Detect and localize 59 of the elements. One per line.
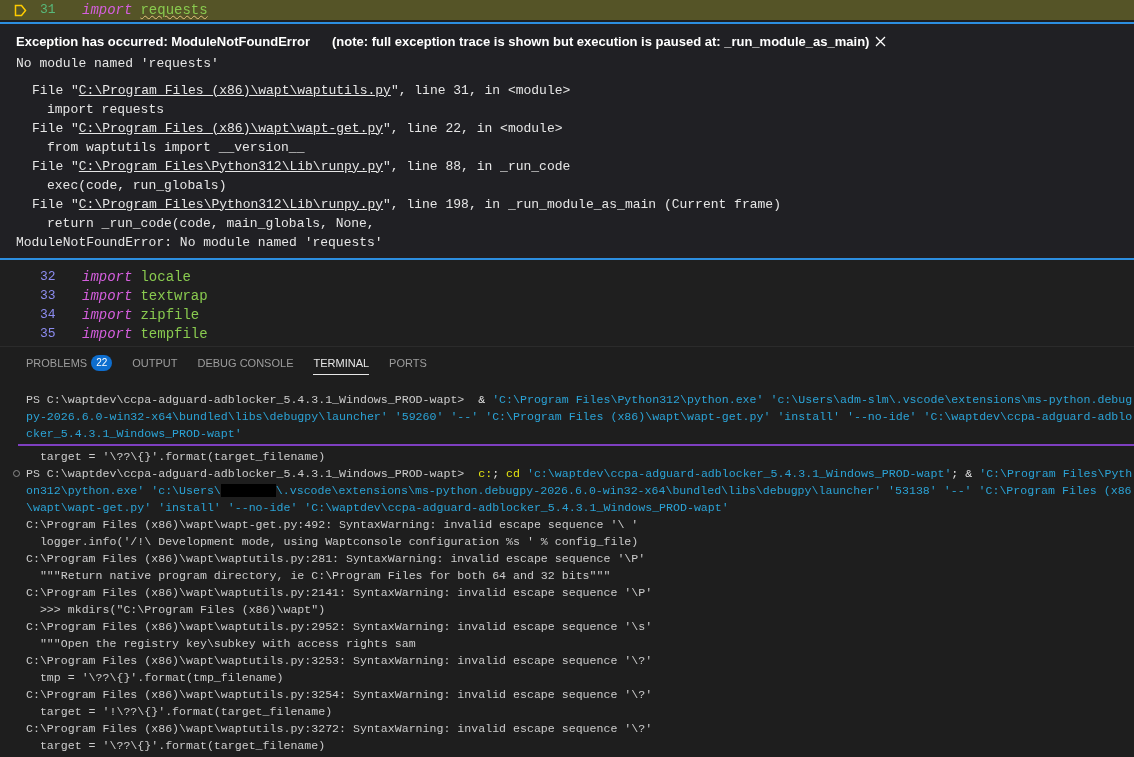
code-token: locale [140, 267, 191, 287]
code-token: import [82, 267, 133, 287]
file-link[interactable]: C:\Program Files\Python312\Lib\runpy.py [78, 158, 384, 174]
terminal-line: PS C:\waptdev\ccpa-adguard-adblocker_5.4.3.1_Windows_PROD-wapt> c:; cd 'c:\waptdev\ccpa-adguard-adblocker_5.4.3.1_Windows_PROD-wapt'; & 'C:\Program Files\Pyth [26, 465, 1133, 482]
terminal-line: PS C:\waptdev\ccpa-adguard-adblocker_5.4.3.1_Windows_PROD-wapt> & 'C:\Program Files\Python312\python.exe' 'c:\Users\adm-slm\.vscode\extensions\ms-python.debug [26, 391, 1133, 408]
line-number: 32 [40, 268, 57, 287]
terminal-line: target = '\??\{}'.format(target_filename) [38, 737, 326, 754]
line-number: 33 [40, 287, 57, 306]
code-token: tempfile [140, 324, 208, 344]
code-token: import [82, 0, 133, 20]
code-token: import [82, 305, 133, 325]
trace-line: File "C:\Program Files\Python312\Lib\runpy.py", line 198, in _run_module_as_main (Current frame) [31, 195, 782, 214]
trace-code: exec(code, run_globals) [46, 176, 228, 195]
terminal-line: cker_5.4.3.1_Windows_PROD-wapt' [26, 425, 242, 442]
trace-code: return _run_code(code, main_globals, None, [46, 214, 376, 233]
terminal-line: \wapt\wapt-get.py' 'install' '--no-ide' 'C:\waptdev\ccpa-adguard-adblocker_5.4.3.1_Windows_PROD-wapt' [26, 499, 729, 516]
exception-note: (note: full exception trace is shown but execution is paused at: _run_module_as_main) [331, 33, 870, 51]
trace-code: import requests [46, 100, 166, 119]
close-button[interactable] [875, 36, 887, 48]
terminal-line: """Open the registry key\subkey with access rights sam [38, 635, 416, 652]
terminal-line: C:\Program Files (x86)\wapt\waptutils.py:2141: SyntaxWarning: invalid escape sequence '\P' [26, 584, 653, 601]
trace-line: File "C:\Program Files (x86)\wapt\waptutils.py", line 31, in <module> [31, 81, 572, 100]
code-token: zipfile [140, 305, 200, 325]
terminal-line: C:\Program Files (x86)\wapt\waptutils.py:281: SyntaxWarning: invalid escape sequence '\P' [26, 550, 646, 567]
code-token: import [82, 324, 133, 344]
exception-title: Exception has occurred: ModuleNotFoundError [16, 33, 310, 51]
trace-line: File "C:\Program Files\Python312\Lib\runpy.py", line 88, in _run_code [31, 157, 572, 176]
panel-tab[interactable]: OUTPUT [132, 352, 178, 375]
panel-tab[interactable]: PROBLEMS 22 [26, 352, 113, 375]
terminal-line: C:\Program Files (x86)\wapt\waptutils.py:2952: SyntaxWarning: invalid escape sequence '\s' [26, 618, 653, 635]
exception-message: No module named 'requests' [16, 54, 220, 73]
panel-tab[interactable]: PORTS [389, 352, 427, 375]
terminal-line: >>> mkdirs("C:\Program Files (x86)\wapt") [38, 601, 326, 618]
terminal-line: target = '!\??\{}'.format(target_filename) [38, 703, 333, 720]
file-link[interactable]: C:\Program Files\Python312\Lib\runpy.py [78, 196, 384, 212]
line-number: 35 [40, 325, 57, 344]
code-token: textwrap [140, 286, 208, 306]
file-link[interactable]: C:\Program Files (x86)\wapt\wapt-get.py [78, 120, 384, 136]
terminal-line: C:\Program Files (x86)\wapt\waptutils.py:3253: SyntaxWarning: invalid escape sequence '\?' [26, 652, 653, 669]
line-number: 34 [40, 306, 57, 325]
terminal-line: py-2026.6.0-win32-x64\bundled\libs\debugpy\launcher' '59260' '--' 'C:\Program Files (x86)\wapt\wapt-get.py' 'install' '--no-ide' 'C:\waptdev\ccpa-adguard-adblo [26, 408, 1133, 425]
trace-line: File "C:\Program Files (x86)\wapt\wapt-get.py", line 22, in <module> [31, 119, 564, 138]
trace-code: from waptutils import __version__ [46, 138, 306, 157]
file-link[interactable]: C:\Program Files (x86)\wapt\waptutils.py [78, 82, 391, 98]
terminal-line: tmp = '\??\{}'.format(tmp_filename) [38, 669, 284, 686]
terminal-line: target = '\??\{}'.format(target_filename) [38, 448, 326, 465]
panel-tab[interactable]: DEBUG CONSOLE [197, 352, 294, 375]
exception-final: ModuleNotFoundError: No module named 'requests' [16, 233, 384, 252]
line-number: 31 [40, 1, 57, 20]
code-token: import [82, 286, 133, 306]
count-badge: 22 [91, 355, 113, 371]
code-token: requests [140, 0, 208, 20]
terminal-line: """Return native program directory, ie C:\Program Files for both 64 and 32 bits""" [38, 567, 611, 584]
panel-tab[interactable]: TERMINAL [313, 352, 370, 375]
terminal-line: logger.info('/!\ Development mode, using Waptconsole configuration %s ' % config_file) [38, 533, 639, 550]
terminal-line: C:\Program Files (x86)\wapt\waptutils.py:3254: SyntaxWarning: invalid escape sequence '\?' [26, 686, 653, 703]
terminal-line: C:\Program Files (x86)\wapt\waptutils.py:3272: SyntaxWarning: invalid escape sequence '\?' [26, 720, 653, 737]
terminal-line: C:\Program Files (x86)\wapt\wapt-get.py:492: SyntaxWarning: invalid escape sequence '\ ' [26, 516, 639, 533]
terminal-line: on312\python.exe' 'c:\Users\ \.vscode\extensions\ms-python.debugpy-2026.6.0-win32-x64\bundled\libs\debugpy\launcher' '53138' '--' 'C:\Program Files (x86 [26, 482, 1132, 499]
